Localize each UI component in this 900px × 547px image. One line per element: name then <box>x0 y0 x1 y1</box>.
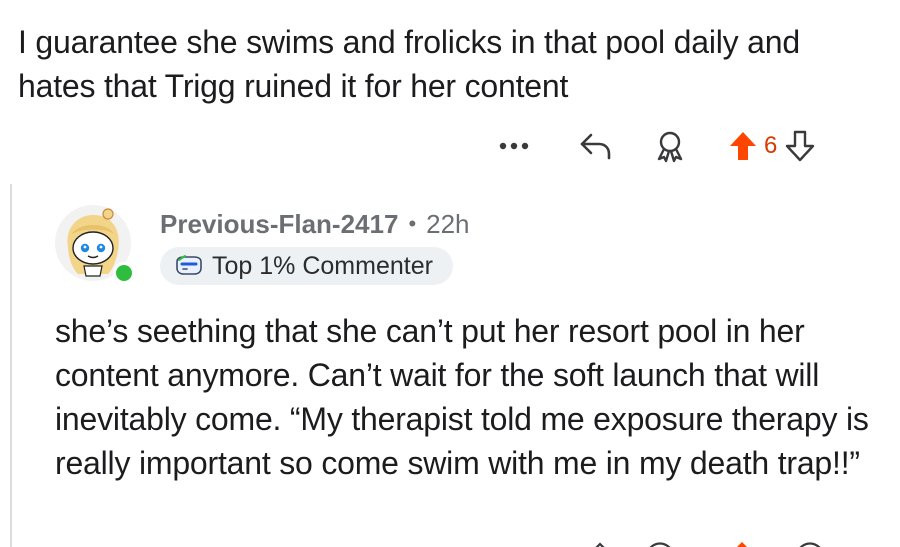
vote-controls: 6 <box>728 126 868 166</box>
more-horizontal-icon <box>499 142 529 150</box>
online-status-dot <box>113 262 135 284</box>
reply-arrow-icon <box>580 133 611 160</box>
award-button[interactable] <box>650 126 690 166</box>
parent-comment-body: I guarantee she swims and frolicks in th… <box>18 24 800 104</box>
reply-button[interactable] <box>576 126 616 166</box>
username-link[interactable]: Previous-Flan-2417 <box>160 209 398 240</box>
award-icon <box>657 131 683 163</box>
thread-line[interactable] <box>10 184 12 547</box>
vote-count: 6 <box>764 132 778 159</box>
upvote-arrow-icon <box>730 132 756 160</box>
more-options-button[interactable] <box>496 126 532 166</box>
downvote-arrow-icon <box>786 130 815 162</box>
meta-separator: • <box>408 211 417 236</box>
upvote-button[interactable] <box>728 130 758 162</box>
downvote-button[interactable] <box>785 130 815 162</box>
partial-action-bar <box>0 536 900 547</box>
reply-meta: Previous-Flan-2417 • 22h <box>160 207 470 241</box>
flair-label: Top 1% Commenter <box>212 251 433 280</box>
commenter-badge-icon <box>174 254 204 278</box>
comment-action-bar: 6 <box>0 126 900 166</box>
user-flair-badge[interactable]: Top 1% Commenter <box>160 247 453 285</box>
reply-comment-body: she’s seething that she can’t put her re… <box>55 313 869 481</box>
comment-age: 22h <box>426 208 470 239</box>
